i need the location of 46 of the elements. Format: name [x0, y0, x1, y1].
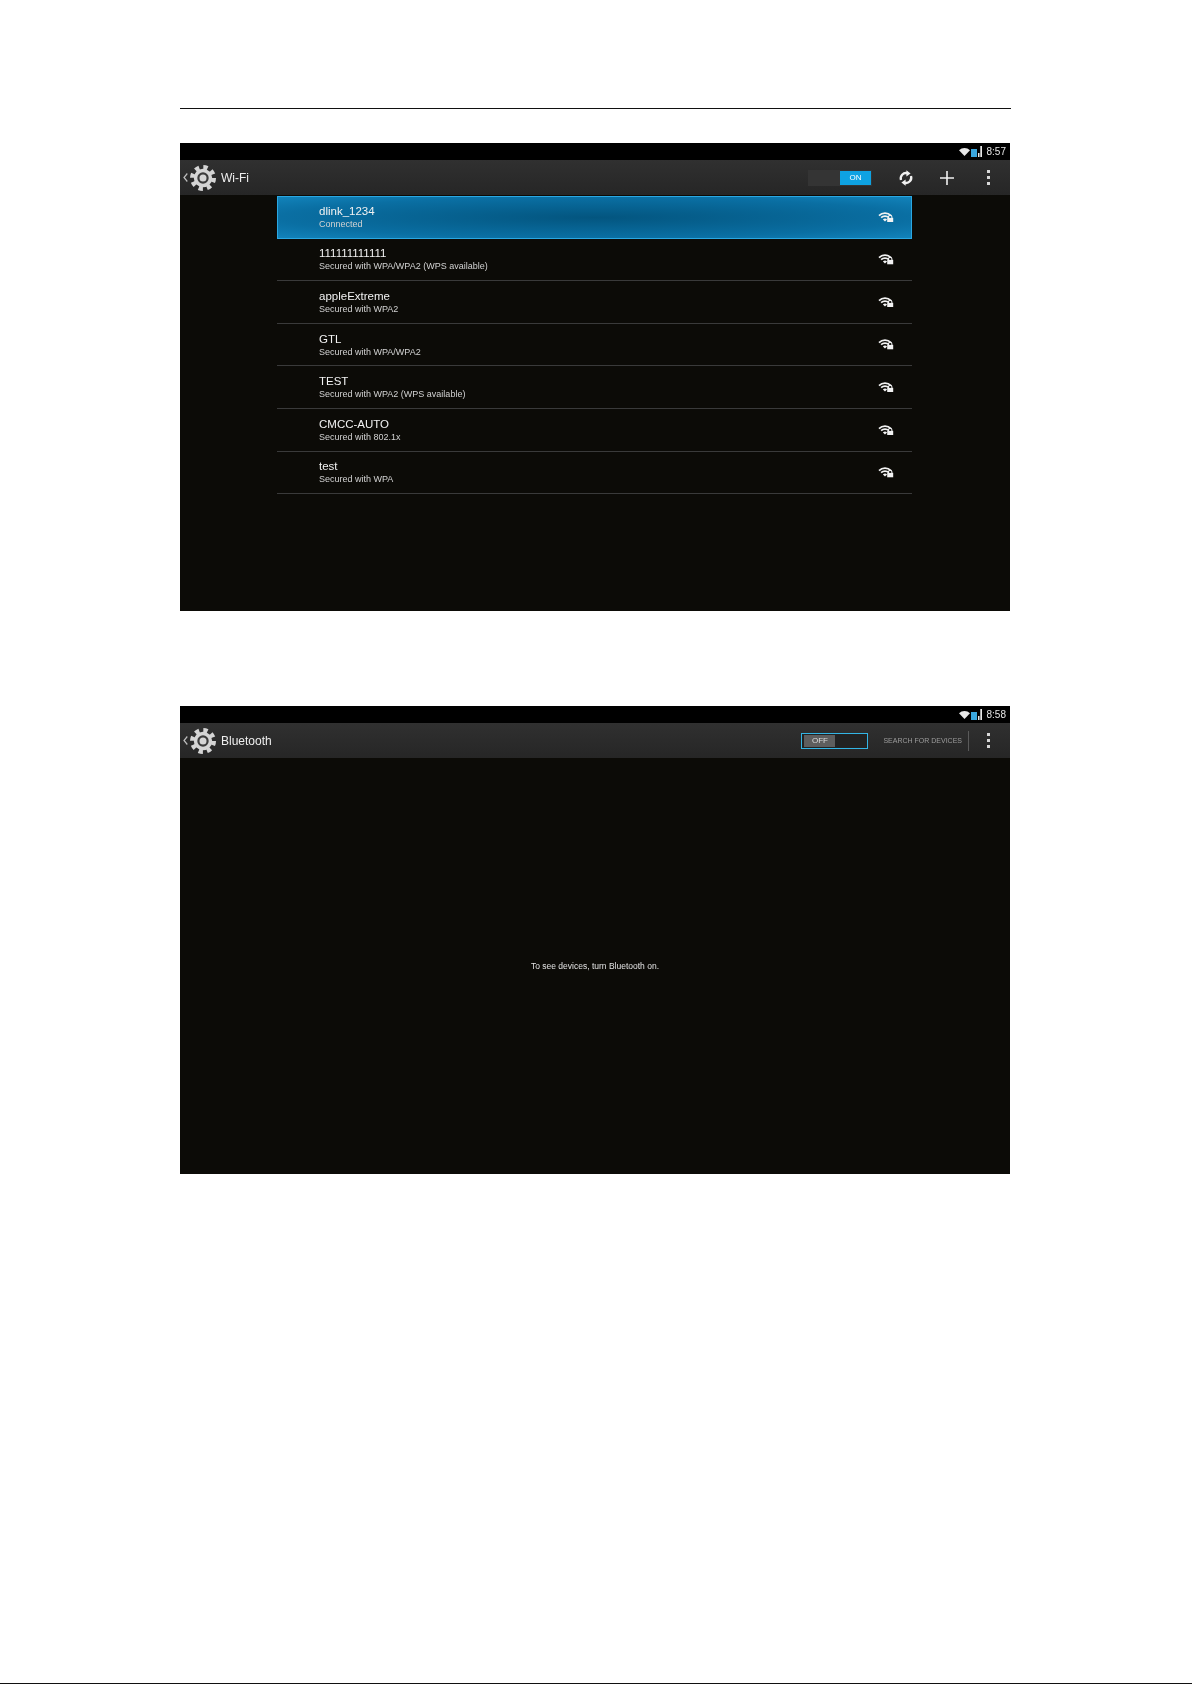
wifi-lock-icon — [878, 254, 894, 265]
chevron-icon[interactable] — [183, 736, 188, 745]
plus-icon[interactable] — [940, 170, 954, 185]
network-row[interactable]: test Secured with WPA — [277, 451, 912, 495]
circular-arrows-icon[interactable] — [898, 169, 914, 186]
signal-bars-icon — [970, 709, 982, 720]
gear-icon[interactable] — [189, 163, 217, 192]
status-time: 8:57 — [986, 145, 1006, 158]
network-status: Secured with WPA2 (WPS available) — [319, 389, 466, 401]
network-status: Secured with WPA/WPA2 (WPS available) — [319, 261, 488, 273]
chevron-icon[interactable] — [183, 173, 188, 182]
network-row[interactable]: TEST Secured with WPA2 (WPS available) — [277, 366, 912, 409]
wifi-signal-icon — [958, 147, 970, 156]
status-time: 8:58 — [986, 708, 1006, 721]
network-name: TEST — [319, 374, 349, 389]
network-row[interactable]: dlink_1234 Connected — [277, 196, 912, 239]
network-row[interactable]: GTL Secured with WPA/WPA2 — [277, 323, 912, 367]
network-name: appleExtreme — [319, 289, 390, 303]
gear-icon[interactable] — [189, 726, 217, 755]
wifi-lock-icon — [878, 381, 894, 393]
wifi-lock-icon — [878, 339, 894, 350]
signal-bars-icon — [970, 146, 982, 157]
overflow-menu-icon[interactable] — [987, 733, 990, 748]
network-name: test — [319, 459, 338, 474]
network-status: Secured with WPA — [319, 474, 394, 486]
screen-title: Bluetooth — [221, 733, 272, 748]
network-row[interactable]: 111111111111 Secured with WPA/WPA2 (WPS available) — [277, 238, 912, 282]
network-status: Secured with WPA/WPA2 — [319, 346, 421, 358]
wifi-signal-icon — [958, 710, 970, 719]
wifi-lock-icon — [878, 212, 894, 223]
network-row[interactable]: CMCC-AUTO Secured with 802.1x — [277, 408, 912, 452]
network-status: Connected — [319, 219, 363, 231]
empty-state-message: To see devices, turn Bluetooth on. — [530, 960, 660, 972]
network-name: dlink_1234 — [319, 204, 375, 219]
overflow-menu-icon[interactable] — [987, 170, 990, 185]
toggle-switch[interactable]: OFF — [801, 732, 869, 749]
wifi-lock-icon — [878, 296, 894, 308]
wifi-lock-icon — [878, 424, 894, 435]
network-name: GTL — [319, 331, 342, 346]
network-status: Secured with WPA2 — [319, 304, 399, 315]
screen-title: Wi-Fi — [221, 170, 249, 185]
network-status: Secured with 802.1x — [319, 431, 401, 443]
network-name: CMCC-AUTO — [319, 416, 390, 431]
network-row[interactable]: appleExtreme Secured with WPA2 — [277, 281, 912, 324]
network-name: 111111111111 — [319, 246, 387, 261]
wifi-lock-icon — [878, 467, 894, 478]
